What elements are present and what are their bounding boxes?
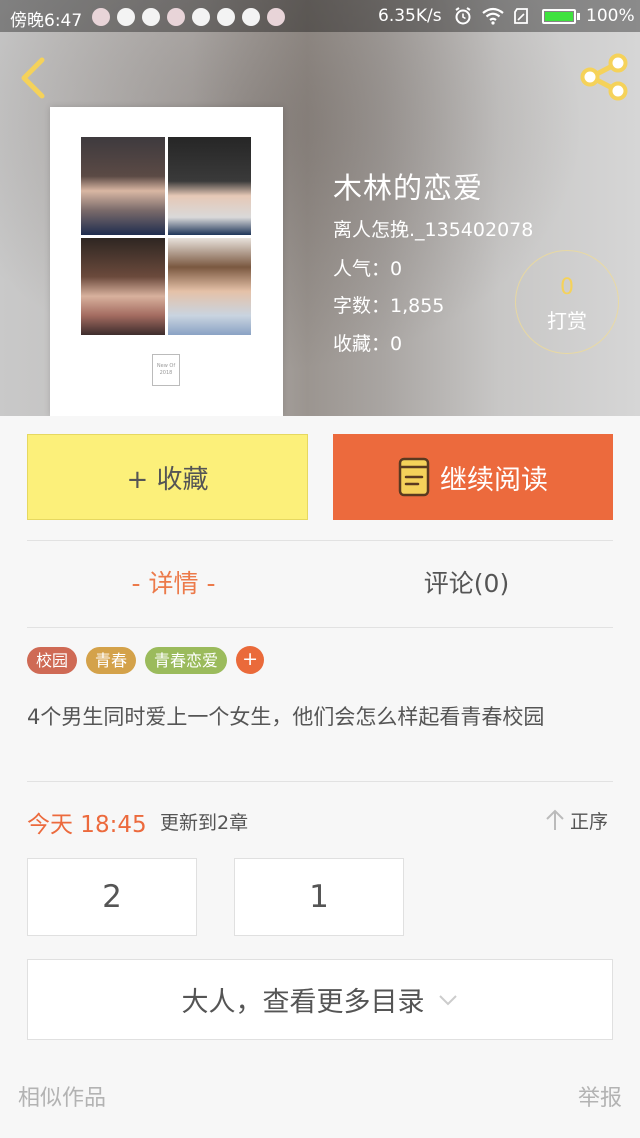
battery-tip [577,13,580,20]
battery-percent: 100% [586,6,635,26]
app-notif-icon [242,8,260,26]
cover-photo [81,237,165,335]
book-popularity: 人气：0 [333,258,403,280]
book-description: 4个男生同时爱上一个女生，他们会怎么样起看青春校园 [27,705,545,729]
collect-button-label: + 收藏 [126,464,209,495]
battery-fill [545,12,573,21]
book-title: 木林的恋爱 [333,171,484,205]
report-button[interactable]: 举报 [578,1080,622,1112]
notification-icons [92,8,285,26]
app-notif-icon [217,8,235,26]
add-tag-button[interactable]: + [236,646,265,674]
divider [27,627,613,628]
more-catalog-label: 大人，查看更多目录 [181,987,425,1018]
continue-reading-label: 继续阅读 [440,464,548,496]
app-notif-icon [192,8,210,26]
cover-photo [167,237,251,335]
app-notif-icon [142,8,160,26]
sim-card-icon [514,8,528,24]
tag-list: 校园 青春 青春恋爱 + [27,646,265,674]
collect-button[interactable]: + 收藏 [27,434,308,520]
sort-order-label: 正序 [570,810,609,833]
book-favorites: 收藏：0 [333,333,403,355]
tag-youth[interactable]: 青春 [86,646,137,674]
battery-icon [542,9,576,24]
continue-reading-button[interactable]: 继续阅读 [333,434,613,520]
book-header: New Of 2018 木林的恋爱 离人怎挽._135402078 人气：0 字数… [0,0,640,416]
arrow-up-icon [546,809,564,830]
network-speed: 6.35K/s [378,6,442,26]
update-text: 更新到2章 [160,812,249,834]
book-word-count: 字数：1,855 [333,295,445,317]
back-arrow-icon [21,57,45,99]
app-notif-icon [92,8,110,26]
cover-photo [167,137,251,235]
reward-label: 打赏 [547,309,587,333]
status-time: 傍晚6:47 [10,11,83,31]
chapter-item[interactable]: 1 [234,858,404,936]
share-button[interactable] [578,52,630,102]
wifi-icon [482,7,504,25]
alarm-icon [455,7,471,25]
tab-detail[interactable]: - 详情 - [27,552,320,616]
cover-stamp-logo: New Of 2018 [152,354,180,386]
book-author[interactable]: 离人怎挽._135402078 [333,215,533,242]
book-icon [398,457,430,497]
tag-campus[interactable]: 校园 [27,646,78,674]
chapter-item[interactable]: 2 [27,858,197,936]
divider [27,540,613,541]
similar-works-heading: 相似作品 [18,1086,107,1111]
book-cover[interactable]: New Of 2018 [50,107,283,416]
share-icon [580,53,628,101]
chevron-down-icon [438,994,457,1005]
tag-youth-romance[interactable]: 青春恋爱 [145,646,228,674]
app-notif-icon [267,8,285,26]
divider [27,781,613,782]
sort-order-button[interactable]: 正序 [544,806,614,834]
app-notif-icon [167,8,185,26]
back-button[interactable] [14,54,54,102]
status-bar: 傍晚6:47 6.35K/s 100% [0,0,640,32]
tab-comments[interactable]: 评论(0) [320,552,613,616]
cover-photo [81,137,165,235]
more-catalog-button[interactable]: 大人，查看更多目录 [27,959,613,1040]
reward-button[interactable]: 0 打赏 [515,250,619,354]
update-time: 今天 18:45 [27,812,147,838]
reward-count: 0 [560,275,574,300]
cover-photo-grid [81,137,251,335]
app-notif-icon [117,8,135,26]
